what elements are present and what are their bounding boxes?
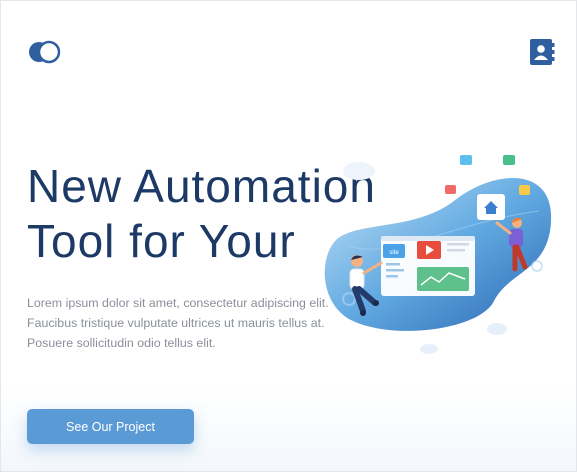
toggle-logo-icon[interactable]: [27, 40, 61, 64]
screen-label: site: [389, 250, 399, 256]
briefcase-icon: [445, 185, 456, 194]
camera-icon: [503, 155, 515, 165]
settings-icon: [460, 155, 472, 165]
decor-blob: [420, 344, 438, 354]
bulb-icon: [519, 185, 530, 195]
page-frame: New Automation Tool for Your Lorem ipsum…: [0, 0, 577, 472]
contacts-book-icon[interactable]: [529, 38, 555, 66]
automation-illustration: site: [324, 155, 552, 354]
hero-description: Lorem ipsum dolor sit amet, consectetur …: [27, 296, 329, 350]
decor-blob: [487, 323, 507, 335]
decor-blob: [343, 162, 375, 180]
see-our-project-button[interactable]: See Our Project: [27, 409, 194, 444]
